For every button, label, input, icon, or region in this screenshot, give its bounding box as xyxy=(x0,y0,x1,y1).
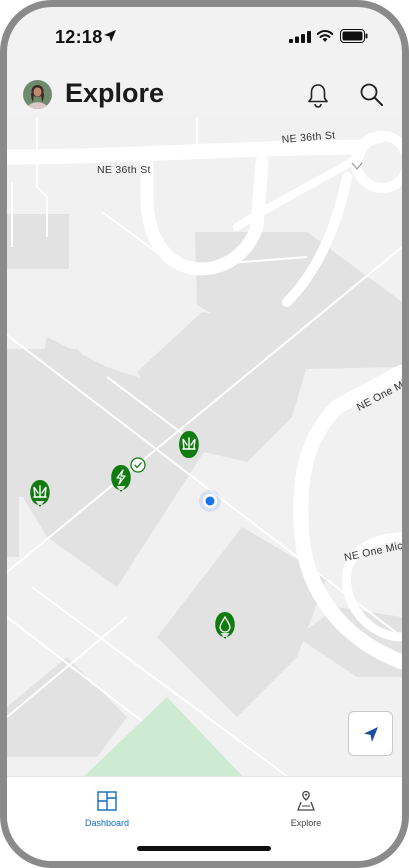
home-indicator xyxy=(137,846,271,851)
completed-check-icon xyxy=(130,457,146,473)
recenter-location-button[interactable] xyxy=(348,711,393,756)
tab-dashboard-label: Dashboard xyxy=(84,818,130,828)
app-header: Explore xyxy=(7,72,402,118)
map-roundabout xyxy=(351,131,402,193)
status-time: 12:18 xyxy=(55,27,103,47)
search-icon[interactable] xyxy=(357,80,387,110)
user-location-dot xyxy=(199,490,221,512)
tab-bar: Dashboard Explore xyxy=(7,776,402,861)
street-label: NE 36th St xyxy=(97,164,151,176)
tab-explore[interactable]: Explore xyxy=(236,777,376,837)
notifications-bell-icon[interactable] xyxy=(303,80,333,110)
navigation-arrow-icon xyxy=(364,727,378,742)
tab-dashboard[interactable]: Dashboard xyxy=(37,777,177,837)
phone-frame: 12:18 Explore NE 36th St NE 36th St NE O… xyxy=(0,0,409,868)
page-title: Explore xyxy=(65,78,165,108)
tab-explore-label: Explore xyxy=(290,818,322,828)
battery-icon xyxy=(340,29,368,43)
wifi-icon xyxy=(316,30,334,42)
explore-icon xyxy=(297,790,315,811)
avatar[interactable] xyxy=(23,80,52,109)
map-view[interactable]: NE 36th St NE 36th St NE One Microsoft W… xyxy=(7,117,402,783)
dashboard-icon xyxy=(97,791,117,811)
location-services-icon xyxy=(104,30,116,42)
cellular-signal-icon xyxy=(289,31,311,43)
status-bar: 12:18 xyxy=(7,7,402,77)
